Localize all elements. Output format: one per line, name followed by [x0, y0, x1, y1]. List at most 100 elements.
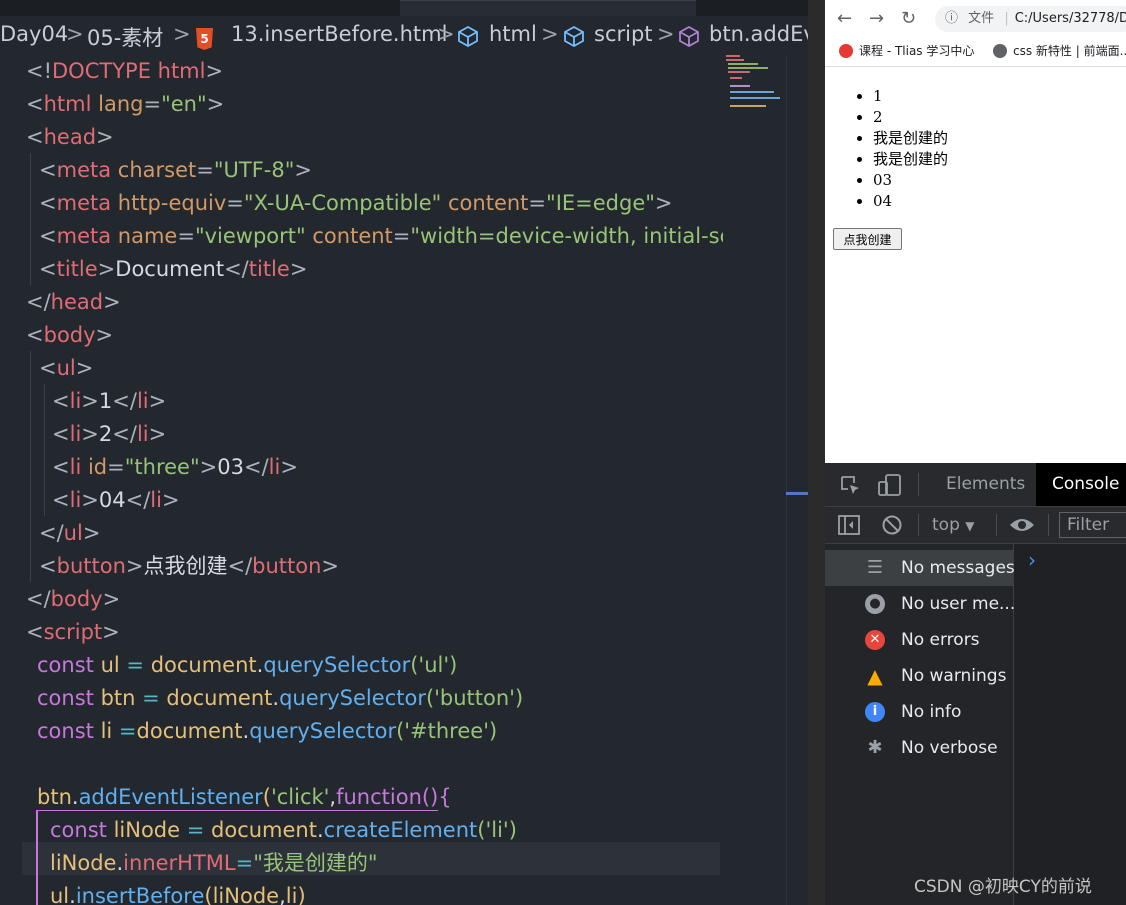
toolbar-divider — [918, 514, 919, 536]
minimap-line — [728, 63, 758, 65]
tab-console[interactable]: Console — [1036, 463, 1126, 506]
list-icon: ☰ — [866, 557, 884, 578]
sidebar-item-errors[interactable]: ✕ No errors — [825, 622, 1013, 658]
indent-guide — [44, 384, 45, 516]
symbol-method-icon — [678, 25, 700, 52]
breadcrumb-item-folder[interactable]: Day04 — [0, 22, 68, 46]
code-line: <ul> — [39, 356, 94, 380]
minimap-line — [730, 105, 766, 107]
code-line: <li id="three">03</li> — [52, 455, 298, 479]
window-splitter[interactable] — [808, 0, 825, 905]
list-item: 2 — [873, 107, 948, 128]
sidebar-item-user-messages[interactable]: ● No user me... — [825, 586, 1015, 622]
code-line: <li>04</li> — [52, 488, 180, 512]
code-line: <head> — [26, 125, 114, 149]
bookmarks-bar: 课程 - Tlias 学习中心 css 新特性 | 前端面... — [825, 36, 1126, 67]
code-line: <meta name="viewport" content="width=dev… — [39, 224, 723, 248]
breadcrumb-separator: > — [657, 22, 675, 46]
code-editor[interactable]: Day04 > 05-素材 > 5 13.insertBefore.html >… — [0, 0, 808, 905]
code-line: <meta charset="UTF-8"> — [39, 158, 312, 182]
code-line: <!DOCTYPE html> — [26, 59, 224, 83]
clear-console-icon[interactable] — [881, 514, 903, 540]
devtools-tab-bar: Elements Console — [825, 463, 1126, 507]
console-sidebar: ☰ No messages ● No user me... ✕ No error… — [825, 544, 1015, 905]
info-icon: i — [865, 702, 885, 722]
list-item: 03 — [873, 170, 948, 191]
minimap-line — [730, 85, 750, 87]
minimap[interactable] — [726, 55, 786, 115]
warning-icon: ▲ — [867, 664, 883, 688]
minimap-line — [730, 77, 742, 79]
breadcrumb: Day04 > 05-素材 > 5 13.insertBefore.html >… — [0, 18, 808, 54]
sidebar-item-verbose[interactable]: ✱ No verbose — [825, 730, 1013, 766]
bookmark-item-css[interactable]: css 新特性 | 前端面... — [993, 42, 1126, 59]
code-line: <li>1</li> — [52, 389, 167, 413]
list-item: 04 — [873, 191, 948, 212]
reload-icon[interactable]: ↻ — [901, 8, 916, 29]
bookmark-favicon-icon — [839, 44, 853, 58]
code-line: <li>2</li> — [52, 422, 167, 446]
code-line: const ul = document.querySelector('ul') — [37, 653, 458, 677]
bookmark-favicon-icon — [993, 44, 1007, 58]
code-line: const liNode = document.createElement('l… — [50, 818, 517, 842]
breadcrumb-item-function[interactable]: btn.addEv — [709, 22, 808, 46]
breadcrumb-item-file[interactable]: 13.insertBefore.html — [231, 22, 447, 46]
code-line: <button>点我创建</button> — [39, 554, 340, 578]
page-list: 1 2 我是创建的 我是创建的 03 04 — [873, 86, 948, 212]
console-toolbar: top ▼ Filter — [825, 507, 1126, 544]
user-icon: ● — [865, 594, 885, 614]
device-toggle-icon[interactable] — [877, 473, 903, 501]
breadcrumb-separator: > — [541, 22, 559, 46]
code-line: </ul> — [39, 521, 101, 545]
minimap-line — [726, 59, 744, 61]
list-item: 我是创建的 — [873, 149, 948, 170]
address-bar-row: ← → ↻ ⓘ 文件 | C:/Users/32778/D — [825, 0, 1126, 36]
browser-window: ← → ↻ ⓘ 文件 | C:/Users/32778/D 课程 - Tlias … — [825, 0, 1126, 905]
console-filter-input[interactable]: Filter — [1059, 512, 1126, 538]
breadcrumb-separator: > — [173, 22, 191, 46]
sidebar-item-messages[interactable]: ☰ No messages — [825, 550, 1015, 586]
tab-elements[interactable]: Elements — [946, 463, 1025, 506]
editor-scrollbar[interactable] — [786, 55, 808, 905]
sidebar-item-warnings[interactable]: ▲ No warnings — [825, 658, 1013, 694]
dropdown-arrow-icon: ▼ — [965, 519, 975, 533]
console-output[interactable]: › — [1014, 544, 1126, 905]
code-line: <body> — [26, 323, 114, 347]
sidebar-item-info[interactable]: i No info — [825, 694, 1013, 730]
indent-guide — [30, 351, 31, 582]
code-line: liNode.innerHTML="我是创建的" — [50, 851, 378, 875]
code-line: <meta http-equiv="X-UA-Compatible" conte… — [39, 191, 673, 215]
sidebar-toggle-icon[interactable] — [838, 515, 860, 539]
minimap-line — [730, 91, 774, 93]
url-bar[interactable]: ⓘ 文件 | C:/Users/32778/D — [935, 6, 1126, 32]
context-selector[interactable]: top ▼ — [932, 515, 975, 535]
breadcrumb-separator: > — [66, 22, 84, 46]
url-text: C:/Users/32778/D — [1014, 11, 1126, 26]
editor-tab-active[interactable] — [400, 0, 696, 16]
minimap-line — [726, 55, 740, 57]
url-scheme-label: 文件 — [968, 11, 995, 26]
inspect-element-icon[interactable] — [839, 474, 861, 500]
toolbar-divider — [1048, 514, 1049, 536]
symbol-element-icon — [563, 25, 585, 52]
toolbar-divider — [918, 473, 919, 496]
toolbar-divider — [996, 514, 997, 536]
breadcrumb-item-subfolder[interactable]: 05-素材 — [87, 22, 163, 52]
url-divider: | — [1004, 11, 1009, 26]
code-line: const li =document.querySelector('#three… — [37, 719, 498, 743]
back-arrow-icon[interactable]: ← — [837, 8, 852, 29]
info-icon[interactable]: ⓘ — [945, 11, 958, 26]
forward-arrow-icon[interactable]: → — [869, 8, 884, 29]
code-line: <title>Document</title> — [39, 257, 308, 281]
create-button[interactable]: 点我创建 — [833, 228, 902, 250]
breadcrumb-item-html[interactable]: html — [489, 22, 537, 46]
live-expression-eye-icon[interactable] — [1009, 515, 1035, 539]
bookmark-item-tlias[interactable]: 课程 - Tlias 学习中心 — [839, 42, 974, 59]
breadcrumb-item-script[interactable]: script — [594, 22, 653, 46]
code-line: const btn = document.querySelector('butt… — [37, 686, 524, 710]
devtools-panel: Elements Console top ▼ Filter ☰ No messa… — [825, 463, 1126, 905]
code-line: </body> — [26, 587, 121, 611]
minimap-line — [728, 67, 768, 69]
code-line: </head> — [26, 290, 121, 314]
code-line: btn.addEventListener('click',function(){ — [37, 785, 452, 809]
